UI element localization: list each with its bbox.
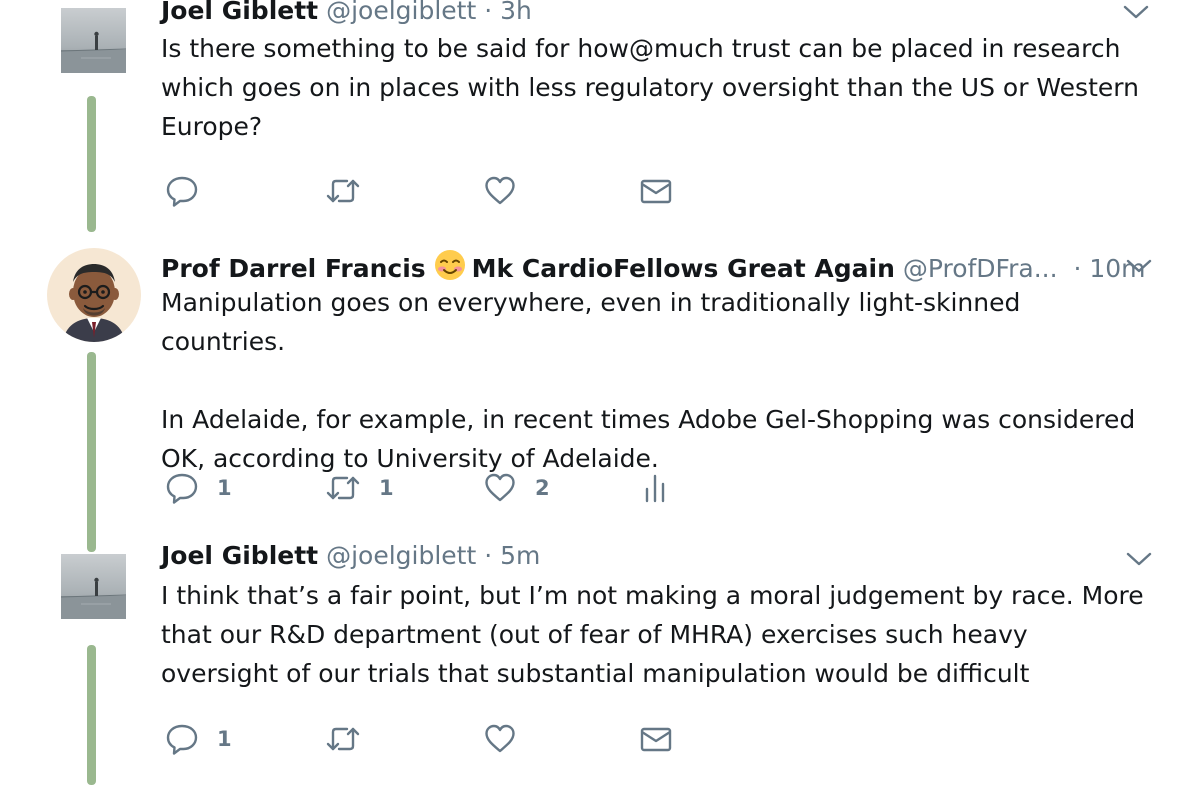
author-name[interactable]: Prof Darrel Francis xyxy=(161,254,426,283)
like-count: 2 xyxy=(535,476,550,500)
direct-message-button[interactable] xyxy=(639,174,673,208)
tweet-2[interactable]: Prof Darrel Francis Mk CardioFellows Gre… xyxy=(0,230,1200,552)
retweet-icon xyxy=(326,179,360,203)
author-handle[interactable]: @ProfDFra... xyxy=(903,254,1058,283)
bar-chart-icon xyxy=(645,474,665,503)
envelope-icon xyxy=(640,727,672,752)
chevron-down-icon[interactable] xyxy=(1121,2,1151,22)
tweet-header: Joel Giblett @joelgiblett · 5m xyxy=(161,541,540,571)
thread-line xyxy=(87,96,96,232)
heart-icon xyxy=(485,176,515,205)
direct-message-button[interactable] xyxy=(639,722,673,756)
author-handle[interactable]: @joelgiblett xyxy=(326,0,476,25)
tweet-1[interactable]: Joel Giblett @joelgiblett · 3h Is there … xyxy=(0,0,1200,232)
reply-button[interactable]: 1 xyxy=(165,722,232,756)
tweet-paragraph: I think that’s a fair point, but I’m not… xyxy=(161,581,1144,688)
retweet-button[interactable]: 1 xyxy=(325,471,394,505)
heart-icon xyxy=(485,724,515,753)
separator: · xyxy=(1073,254,1082,283)
tweet-text: I think that’s a fair point, but I’m not… xyxy=(161,576,1151,693)
reply-button[interactable]: 1 xyxy=(165,471,232,505)
reply-count: 1 xyxy=(217,727,232,751)
thread-line xyxy=(87,645,96,785)
avatar[interactable] xyxy=(47,248,141,342)
author-name-suffix[interactable]: Mk CardioFellows Great Again xyxy=(472,254,895,283)
retweet-count: 1 xyxy=(379,476,394,500)
chevron-down-icon[interactable] xyxy=(1124,549,1154,569)
author-handle[interactable]: @joelgiblett xyxy=(326,541,476,570)
timestamp[interactable]: 3h xyxy=(500,0,532,25)
author-name[interactable]: Joel Giblett xyxy=(161,0,318,25)
tweet-text: Manipulation goes on everywhere, even in… xyxy=(161,283,1151,478)
like-button[interactable] xyxy=(483,722,535,756)
reply-icon xyxy=(166,473,198,504)
like-button[interactable]: 2 xyxy=(483,471,550,505)
retweet-icon xyxy=(326,476,360,500)
avatar[interactable] xyxy=(61,8,126,73)
avatar[interactable] xyxy=(61,554,126,619)
separator: · xyxy=(484,541,493,570)
separator: · xyxy=(484,0,493,25)
reply-button[interactable] xyxy=(165,174,217,208)
retweet-icon xyxy=(326,727,360,751)
tweet-text: Is there something to be said for how@mu… xyxy=(161,29,1151,146)
tweet-paragraph: In Adelaide, for example, in recent time… xyxy=(161,405,1136,473)
envelope-icon xyxy=(640,179,672,204)
reply-count: 1 xyxy=(217,476,232,500)
timestamp[interactable]: 5m xyxy=(500,541,540,570)
author-name[interactable]: Joel Giblett xyxy=(161,541,318,570)
chevron-down-icon[interactable] xyxy=(1124,256,1154,276)
analytics-button[interactable] xyxy=(643,471,669,505)
heart-icon xyxy=(485,473,515,502)
tweet-paragraph: Manipulation goes on everywhere, even in… xyxy=(161,288,1021,356)
retweet-button[interactable] xyxy=(325,722,379,756)
like-button[interactable] xyxy=(483,174,535,208)
reply-icon xyxy=(166,724,198,755)
tweet-header: Joel Giblett @joelgiblett · 3h xyxy=(161,0,532,26)
thread-line xyxy=(87,352,96,552)
retweet-button[interactable] xyxy=(325,174,379,208)
tweet-paragraph: Is there something to be said for how@mu… xyxy=(161,34,1139,141)
tweet-3[interactable]: Joel Giblett @joelgiblett · 5m I think t… xyxy=(0,540,1200,796)
reply-icon xyxy=(166,176,198,207)
